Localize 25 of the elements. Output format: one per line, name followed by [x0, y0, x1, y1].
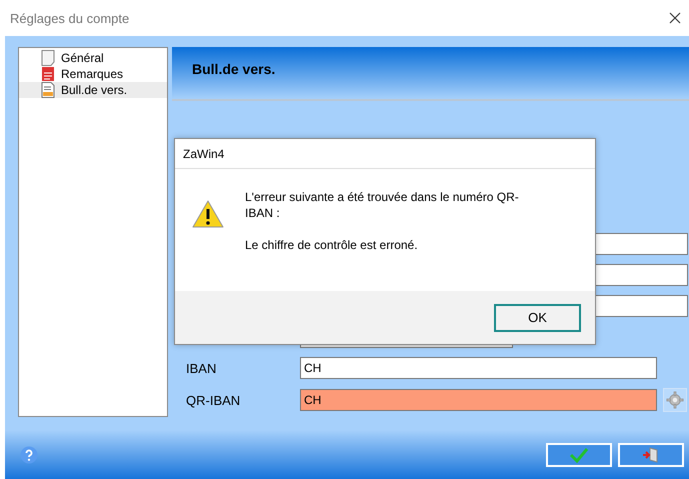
page-icon — [41, 50, 55, 66]
input-field[interactable]: CH — [300, 357, 657, 379]
settings-button[interactable] — [663, 388, 687, 412]
warning-icon — [191, 199, 225, 229]
sidebar-item[interactable]: Bull.de vers. — [19, 82, 167, 98]
exit-door-icon — [642, 446, 660, 462]
gear-icon — [666, 391, 684, 409]
error-message: L'erreur suivante a été trouvée dans le numéro QR-IBAN : — [245, 189, 520, 221]
field-label: IBAN — [186, 360, 218, 376]
panel-title: Bull.de vers. — [192, 61, 276, 79]
help-icon[interactable] — [20, 446, 38, 464]
confirm-button[interactable] — [546, 442, 612, 466]
exit-button[interactable] — [618, 442, 684, 466]
sidebar-item[interactable]: Remarques — [19, 66, 167, 82]
error-detail: Le chiffre de contrôle est erroné. — [245, 237, 419, 253]
close-icon[interactable] — [669, 12, 681, 24]
ok-button[interactable]: OK — [494, 304, 581, 332]
sidebar-item[interactable]: Général — [19, 50, 167, 66]
field-label: QR-IBAN — [186, 392, 242, 408]
window-title: Réglages du compte — [10, 10, 130, 26]
input-field[interactable]: CH — [300, 389, 657, 411]
notes-icon — [41, 66, 55, 82]
checkmark-icon — [569, 446, 589, 462]
dialog-title: ZaWin4 — [183, 146, 224, 160]
document-icon — [41, 82, 55, 98]
